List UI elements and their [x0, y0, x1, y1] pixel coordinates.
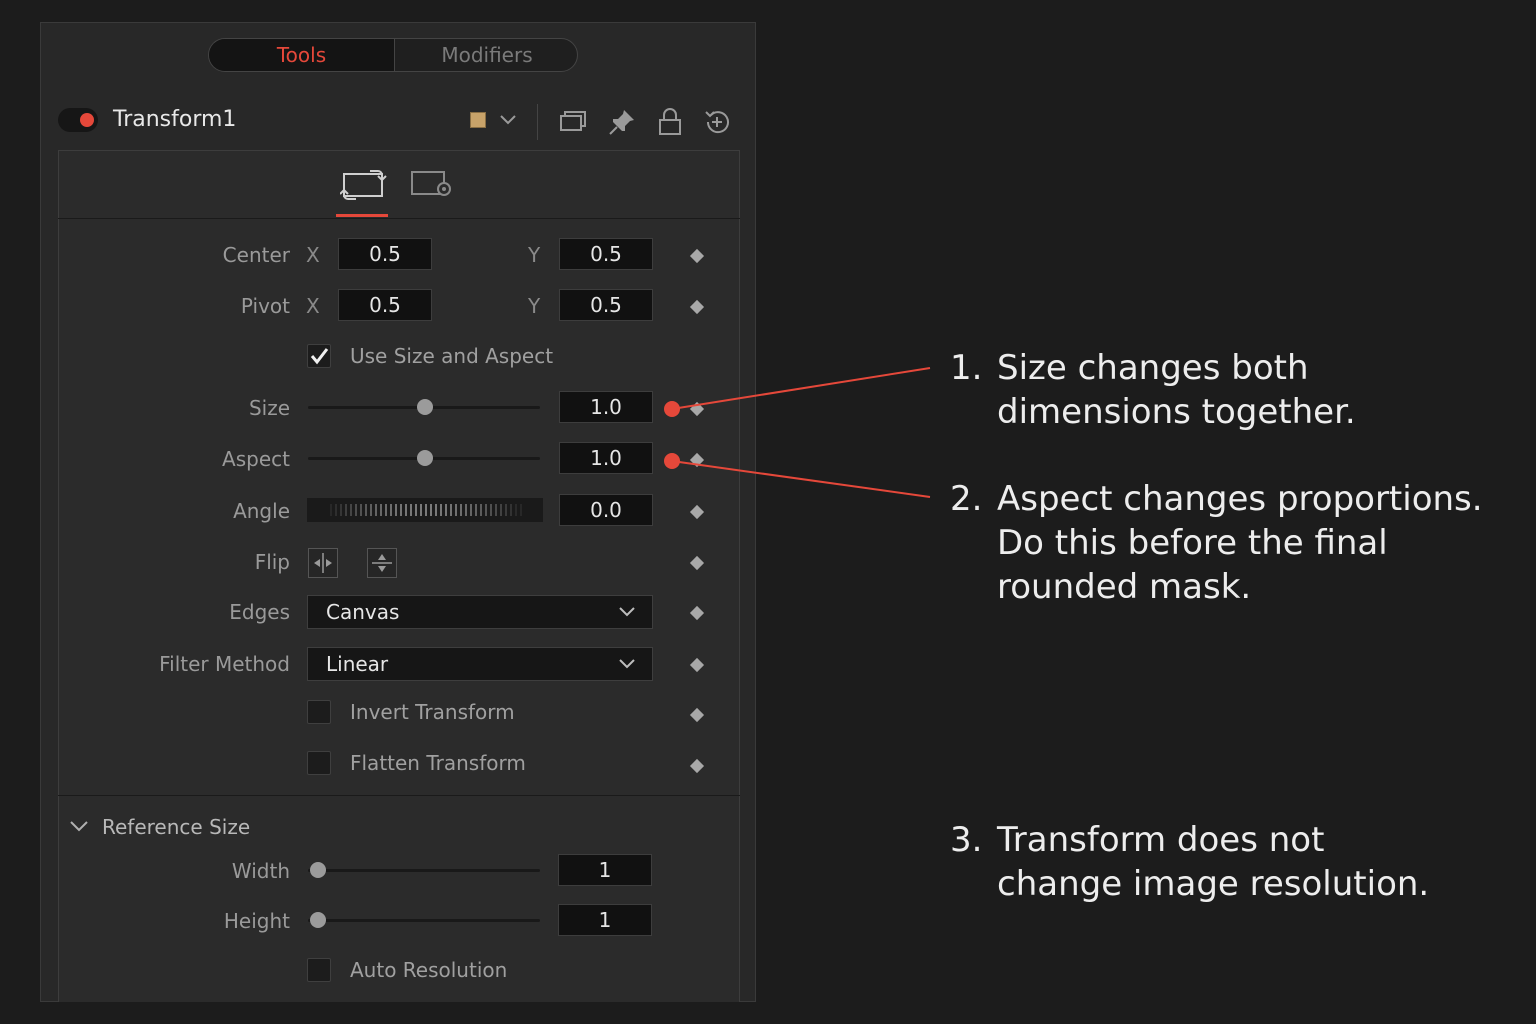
- callout-line-2: [671, 460, 931, 498]
- callout-dot-2: [664, 453, 680, 469]
- annotation-3-line-1: Transform does not: [997, 820, 1325, 860]
- annotation-1-line-1: Size changes both: [997, 348, 1309, 388]
- annotation-2-line-2: Do this before the final: [997, 523, 1388, 563]
- callout-dot-1: [664, 401, 680, 417]
- annotation-3-number: 3.: [950, 820, 983, 860]
- annotation-2-number: 2.: [950, 479, 983, 519]
- annotation-2-line-3: rounded mask.: [997, 567, 1252, 607]
- callout-line-1: [671, 367, 931, 410]
- annotation-1-number: 1.: [950, 348, 983, 388]
- annotation-2-line-1: Aspect changes proportions.: [997, 479, 1483, 519]
- annotation-3-line-2: change image resolution.: [997, 864, 1430, 904]
- annotation-1-line-2: dimensions together.: [997, 392, 1356, 432]
